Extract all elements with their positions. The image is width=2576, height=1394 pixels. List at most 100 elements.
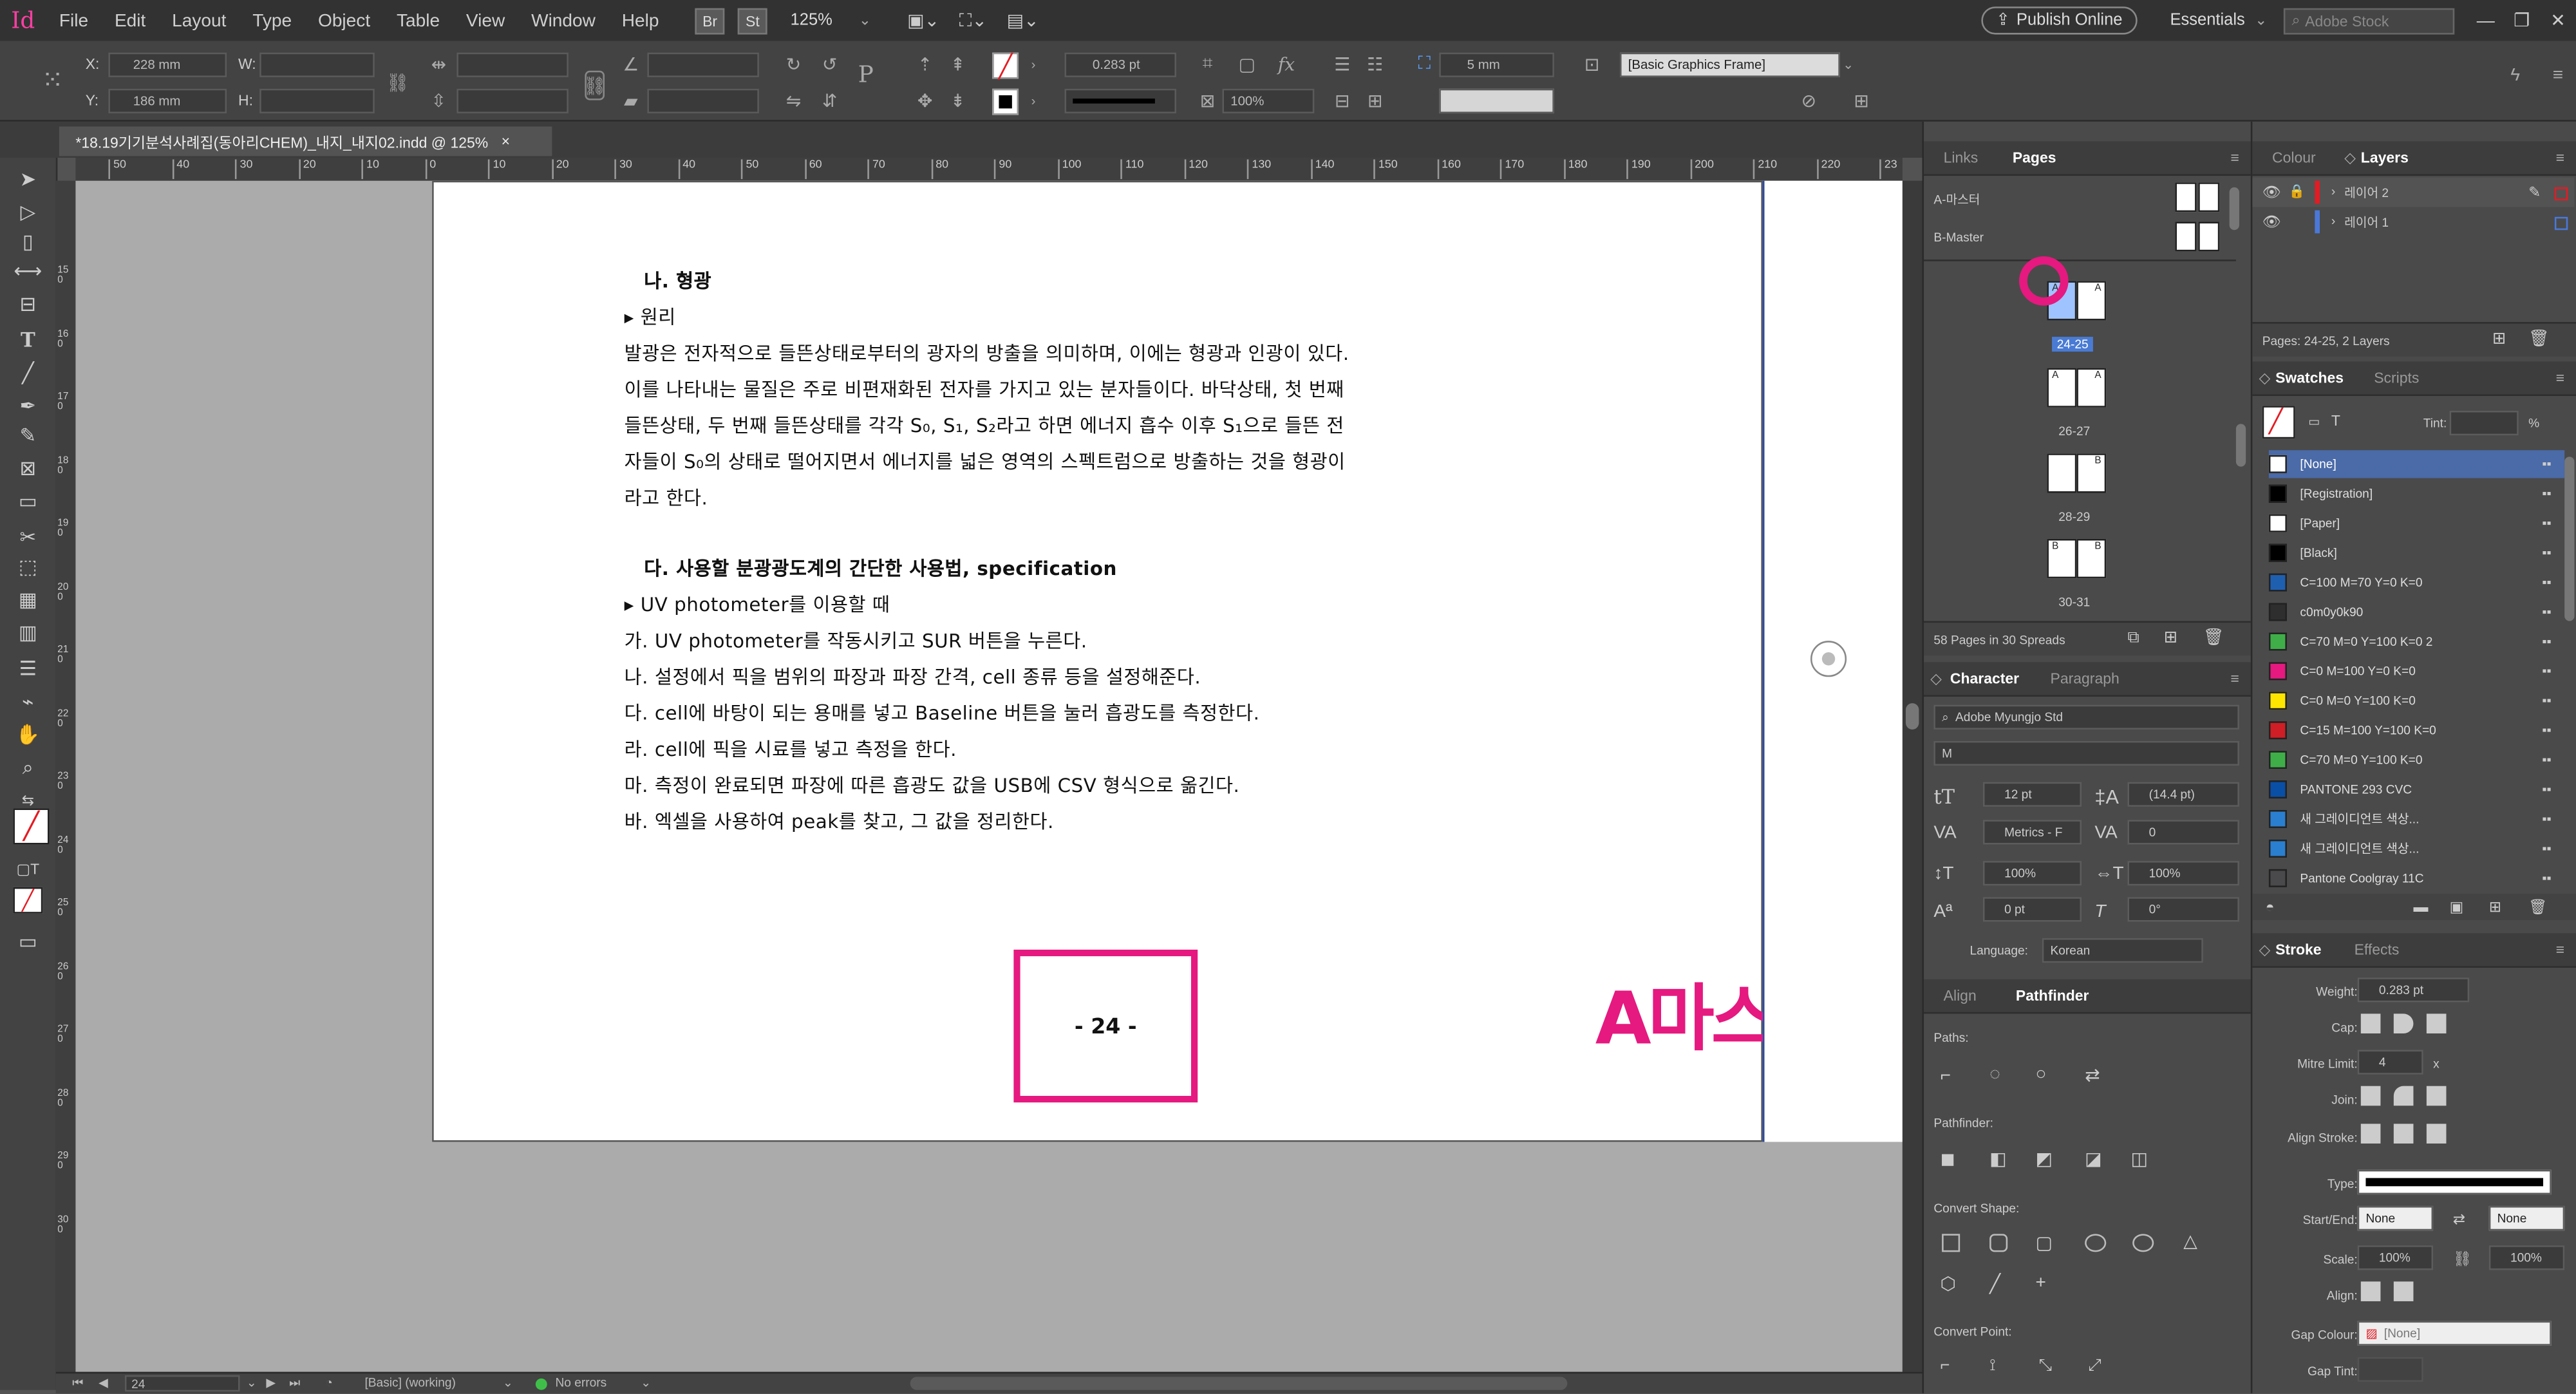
scale-y-icon[interactable]: ⇳ — [427, 89, 450, 112]
page-25[interactable] — [1762, 180, 1903, 1142]
fill-none-icon[interactable]: ╱ — [2262, 406, 2295, 439]
select-container-icon[interactable]: ⇡ — [914, 53, 937, 76]
preflight-profile[interactable]: [Basic] (working) — [364, 1375, 455, 1390]
collapse-icon[interactable]: ◇ — [2259, 941, 2271, 959]
convert-rounded-rectangle-icon[interactable] — [1989, 1234, 2008, 1252]
convert-line-icon[interactable]: ╱ — [1989, 1274, 2000, 1295]
align-outside-stroke-icon[interactable] — [2426, 1124, 2447, 1144]
skew-field[interactable]: 0° — [2127, 897, 2239, 922]
panel-options-icon[interactable]: ≡ — [2546, 64, 2570, 88]
rotate-cw-icon[interactable]: ↻ — [782, 53, 805, 76]
menu-file[interactable]: File — [46, 11, 101, 31]
menu-view[interactable]: View — [453, 11, 518, 31]
leading-field[interactable]: (14.4 pt) — [2127, 782, 2239, 807]
align-center-stroke-icon[interactable] — [2360, 1124, 2381, 1144]
new-layer-icon[interactable]: ⊞ — [2492, 330, 2506, 348]
stock-button[interactable]: St — [737, 7, 767, 34]
stroke-tab[interactable]: Stroke — [2275, 941, 2321, 958]
align-inside-stroke-icon[interactable] — [2393, 1124, 2414, 1144]
smooth-point-icon[interactable]: ⤡ — [2039, 1357, 2052, 1375]
scale-x-field[interactable] — [456, 52, 569, 77]
scissors-tool-icon[interactable]: ✂ — [13, 522, 42, 552]
horizontal-scale-field[interactable]: 100% — [2127, 861, 2239, 886]
zoom-level[interactable]: 125% — [791, 12, 832, 30]
stroke-colour-field[interactable] — [1439, 88, 1554, 114]
expand-icon[interactable]: › — [2331, 214, 2335, 229]
quick-apply-icon[interactable]: ϟ — [2504, 64, 2527, 88]
scale-end-field[interactable]: 100% — [2488, 1245, 2565, 1270]
y-field[interactable]: 186 mm — [108, 88, 227, 114]
collapse-icon[interactable]: ◇ — [2344, 149, 2356, 167]
object-style-icon[interactable]: ⊡ — [1581, 53, 1604, 76]
open-path-icon[interactable]: ◌ — [1989, 1065, 2000, 1085]
end-field[interactable]: None — [2488, 1205, 2565, 1231]
constrain-proportions-icon[interactable]: ⛓ — [386, 71, 409, 94]
master-a[interactable]: A-마스터 — [1933, 191, 1980, 209]
gap-tint-field[interactable] — [2357, 1357, 2423, 1382]
swatches-tab[interactable]: Swatches — [2275, 370, 2344, 386]
fill-none-swatch[interactable]: ╱ — [992, 52, 1019, 79]
content-collector-icon[interactable]: ⊟ — [13, 289, 42, 319]
formatting-container-icon[interactable]: ▢T — [13, 854, 42, 884]
note-tool-icon[interactable]: ☰ — [13, 654, 42, 684]
minimize-icon[interactable]: — — [2468, 11, 2504, 31]
folder-icon[interactable]: ▣ — [2450, 899, 2464, 917]
stroke-weight-field[interactable]: 0.283 pt — [1064, 52, 1177, 77]
corner-point-icon[interactable]: ⟟ — [1989, 1357, 1996, 1375]
flip-horizontal-icon[interactable]: ⇋ — [782, 89, 805, 112]
panel-menu-icon[interactable]: ≡ — [2556, 370, 2564, 386]
pathfinder-exclude-icon[interactable]: ◪ — [2085, 1149, 2102, 1170]
line-tool-icon[interactable]: ╱ — [13, 358, 42, 388]
shear-field[interactable] — [647, 88, 759, 114]
pages-scrollbar[interactable] — [2235, 424, 2246, 467]
spread-label-28-29[interactable]: 28-29 — [2058, 509, 2090, 524]
bridge-button[interactable]: Br — [695, 7, 725, 34]
page-thumb-29[interactable]: B — [2076, 453, 2107, 493]
collapse-icon[interactable]: ◇ — [1930, 670, 1942, 688]
arrow-align-inside-icon[interactable] — [2393, 1281, 2414, 1301]
new-style-icon[interactable]: ⊞ — [1850, 89, 1873, 112]
convert-rectangle-icon[interactable] — [1942, 1234, 1960, 1252]
layer-row-2[interactable]: 👁 🔒 › 레이어 2 ✎ — [2252, 177, 2575, 207]
join-path-icon[interactable]: ⌐ — [1941, 1066, 1951, 1086]
layer-selection-square[interactable] — [2554, 216, 2568, 231]
swatch-row[interactable]: C=0 M=0 Y=100 K=0 ▪▪ — [2268, 687, 2564, 715]
new-swatch-icon[interactable]: ⊞ — [2489, 899, 2501, 917]
baseline-shift-field[interactable]: 0 pt — [1982, 897, 2082, 922]
type-tool-icon[interactable]: T — [13, 325, 42, 355]
rotate-field[interactable] — [647, 52, 759, 77]
round-cap-icon[interactable] — [2393, 1013, 2414, 1034]
page-24[interactable]: 나. 형광 ▸ 원리 발광은 전자적으로 들뜬상태로부터의 광자의 방출을 의미… — [432, 180, 1903, 1142]
publish-online-button[interactable]: ⇪ Publish Online — [1981, 6, 2138, 35]
constrain-scale-icon[interactable]: ⛓ — [583, 70, 606, 100]
screen-mode-tool-icon[interactable]: ▭ — [13, 927, 42, 956]
menu-object[interactable]: Object — [305, 11, 384, 31]
swatch-row[interactable]: 새 그레이디언트 색상... ▪▪ — [2268, 834, 2564, 862]
layers-tab[interactable]: Layers — [2361, 149, 2409, 166]
align-left-icon[interactable]: ⊟ — [1331, 89, 1354, 112]
target-icon[interactable] — [1810, 641, 1847, 677]
convert-inverse-rounded-icon[interactable] — [2085, 1234, 2107, 1252]
open-page-icon[interactable]: ◔ — [325, 1375, 333, 1390]
chevron-down-icon[interactable]: ⌄ — [503, 1375, 513, 1390]
first-page-icon[interactable]: ⏮ — [72, 1375, 83, 1392]
chevron-down-icon[interactable]: ⌄ — [2255, 12, 2267, 30]
layer-row-1[interactable]: 👁 › 레이어 1 — [2252, 207, 2574, 237]
eye-icon[interactable]: 👁 — [2262, 184, 2281, 202]
tint-field[interactable] — [2449, 410, 2519, 436]
master-b[interactable]: B-Master — [1933, 230, 1984, 245]
character-tab[interactable]: Character — [1950, 670, 2019, 687]
page-thumb-31[interactable]: B — [2076, 538, 2107, 579]
screen-mode-icon[interactable]: ⛶⌄ — [959, 9, 987, 32]
links-tab[interactable]: Links — [1944, 149, 1979, 166]
swatch-row[interactable]: Pantone Coolgray 11C ▪▪ — [2268, 864, 2564, 892]
gap-colour-field[interactable]: ▨ [None] — [2357, 1321, 2552, 1346]
swatch-row[interactable]: 새 그레이디언트 색상... ▪▪ — [2268, 805, 2564, 833]
select-content-icon[interactable]: ✥ — [914, 89, 937, 112]
convert-orthogonal-line-icon[interactable]: + — [2036, 1274, 2046, 1294]
close-icon[interactable]: ✕ — [2540, 10, 2576, 32]
panel-menu-icon[interactable]: ≡ — [2231, 670, 2239, 687]
stroke-swatch[interactable] — [992, 88, 1019, 115]
page-thumb-25[interactable]: A — [2076, 281, 2107, 321]
opacity-icon[interactable]: ⊠ — [1196, 89, 1219, 112]
